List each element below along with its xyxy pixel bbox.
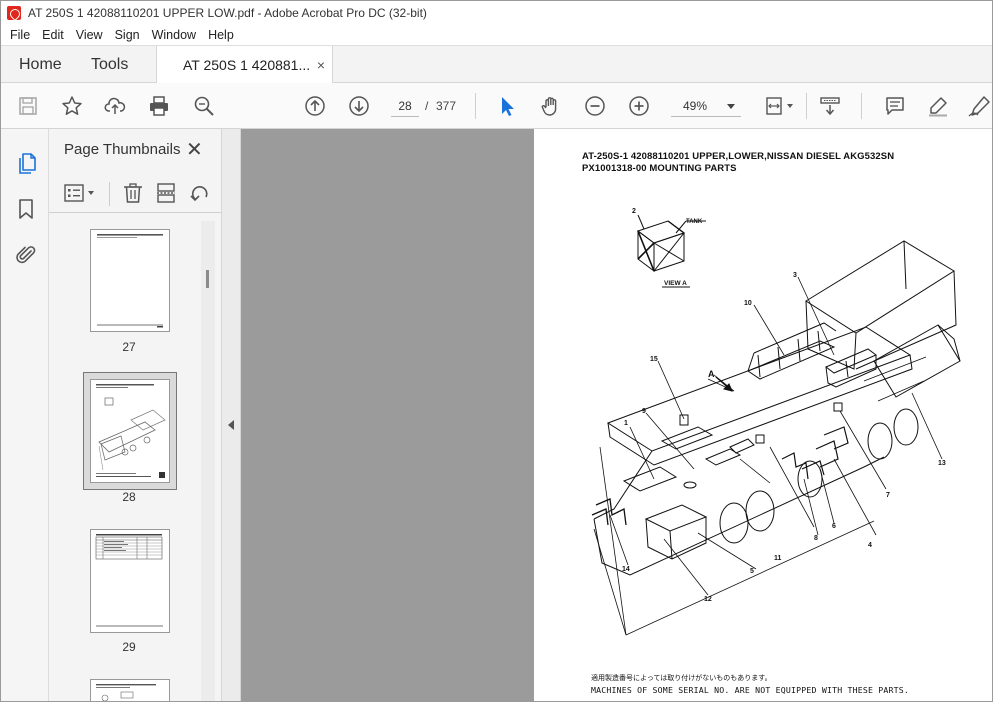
arrow-a-label: A	[708, 369, 715, 379]
attachments-paperclip-icon[interactable]	[14, 243, 38, 267]
thumbnail-page-number: 29	[122, 640, 136, 654]
share-upload-icon[interactable]	[103, 94, 127, 118]
page-fit-icon[interactable]	[763, 94, 797, 118]
callout-13: 13	[938, 460, 946, 467]
callout-10: 10	[744, 300, 752, 307]
callout-5: 5	[750, 568, 754, 575]
select-cursor-icon[interactable]	[495, 94, 519, 118]
parts-diagram: 2 TANK VIEW A 3 10 15 A 9 1 13 7 6 8 4 1…	[591, 208, 961, 636]
callout-15: 15	[650, 356, 658, 363]
extract-pages-icon[interactable]	[155, 182, 177, 204]
view-tank-label: TANK	[686, 219, 703, 225]
zoom-in-icon[interactable]	[627, 94, 651, 118]
next-page-icon[interactable]	[347, 94, 371, 118]
footnote-japanese: 適用製造番号によっては取り付けがないものもあります。	[591, 674, 772, 682]
thumbnail-page-number: 27	[122, 340, 136, 354]
callout-7: 7	[886, 492, 890, 499]
callout-11: 11	[774, 555, 782, 562]
close-tab-icon[interactable]: ×	[317, 57, 325, 73]
bookmark-star-icon[interactable]	[60, 94, 84, 118]
save-icon[interactable]	[16, 94, 40, 118]
chevron-down-icon	[727, 104, 735, 109]
thumbnail-page-number: 28	[122, 490, 136, 504]
callout-9: 9	[642, 408, 646, 415]
thumbnail-scrollbar[interactable]	[201, 221, 215, 701]
page-total: 377	[436, 99, 457, 113]
tab-document[interactable]: AT 250S 1 420881... ×	[156, 46, 333, 84]
callout-14: 14	[622, 566, 630, 573]
page-separator: /	[425, 99, 429, 113]
thumbnail-page-27[interactable]	[90, 229, 170, 332]
menu-sign[interactable]: Sign	[115, 28, 140, 42]
zoom-level-value: 49%	[683, 99, 708, 113]
thumbnail-page-28[interactable]	[90, 379, 170, 483]
thumbnail-27-content	[97, 234, 163, 328]
acrobat-window: AT 250S 1 42088110201 UPPER LOW.pdf - Ad…	[0, 0, 993, 702]
document-viewport[interactable]: AT-250S-1 42088110201 UPPER,LOWER,NISSAN…	[241, 129, 992, 701]
comment-icon[interactable]	[883, 94, 907, 118]
toolbar-divider	[475, 93, 476, 119]
menu-bar: File Edit View Sign Window Help	[1, 25, 992, 45]
rotate-page-icon[interactable]	[189, 182, 211, 204]
menu-help[interactable]: Help	[208, 28, 234, 42]
zoom-search-icon[interactable]	[192, 94, 216, 118]
toolbar-divider	[109, 182, 110, 206]
options-menu-icon[interactable]	[63, 182, 99, 204]
highlight-pen-icon[interactable]	[926, 94, 950, 118]
tab-home[interactable]: Home	[19, 46, 62, 84]
zoom-out-icon[interactable]	[583, 94, 607, 118]
main-toolbar: 28 / 377 49%	[1, 83, 992, 129]
scroll-mode-icon[interactable]	[818, 94, 842, 118]
callout-8: 8	[814, 535, 818, 542]
menu-view[interactable]: View	[76, 28, 103, 42]
thumbnail-page-30[interactable]	[90, 679, 170, 701]
page-thumbnails-panel: Page Thumbnails ✕ 27 28 29	[49, 129, 222, 701]
thumbnail-30-content	[96, 684, 156, 701]
scrollbar-thumb[interactable]	[206, 270, 209, 288]
acrobat-logo-icon	[7, 6, 21, 20]
toolbar-divider	[806, 93, 807, 119]
thumbnail-29-content	[95, 534, 163, 627]
menu-window[interactable]: Window	[152, 28, 196, 42]
zoom-level-select[interactable]: 49%	[671, 95, 741, 117]
print-icon[interactable]	[147, 94, 171, 118]
page-number-input[interactable]: 28	[391, 95, 419, 117]
bookmarks-icon[interactable]	[14, 197, 38, 221]
view-a-label: VIEW A	[664, 280, 687, 287]
callout-2: 2	[632, 208, 636, 215]
tab-tools[interactable]: Tools	[91, 46, 128, 84]
left-navigation-rail	[1, 129, 49, 701]
callout-6: 6	[832, 523, 836, 530]
thumbnail-page-29[interactable]	[90, 529, 170, 633]
pdf-page: AT-250S-1 42088110201 UPPER,LOWER,NISSAN…	[534, 129, 992, 701]
collapse-panel-icon[interactable]	[228, 420, 234, 430]
panel-splitter[interactable]	[222, 129, 241, 701]
draw-pen-icon[interactable]	[967, 94, 991, 118]
callout-12: 12	[704, 596, 712, 603]
page-thumbnails-icon[interactable]	[14, 151, 38, 175]
callout-1: 1	[624, 420, 628, 427]
thumbnail-28-content	[96, 384, 166, 478]
delete-page-icon[interactable]	[122, 182, 144, 204]
callout-3: 3	[793, 272, 797, 279]
close-panel-icon[interactable]: ✕	[186, 137, 203, 162]
footnote-english: MACHINES OF SOME SERIAL NO. ARE NOT EQUI…	[591, 685, 910, 695]
callout-4: 4	[868, 542, 872, 549]
title-bar: AT 250S 1 42088110201 UPPER LOW.pdf - Ad…	[1, 1, 992, 25]
thumbnail-toolbar	[49, 173, 221, 213]
tab-bar: Home Tools AT 250S 1 420881... ×	[1, 45, 992, 84]
panel-title: Page Thumbnails	[64, 141, 181, 158]
toolbar-divider	[861, 93, 862, 119]
menu-edit[interactable]: Edit	[42, 28, 64, 42]
tab-document-label: AT 250S 1 420881...	[183, 57, 311, 73]
previous-page-icon[interactable]	[303, 94, 327, 118]
hand-tool-icon[interactable]	[539, 94, 563, 118]
menu-file[interactable]: File	[10, 28, 30, 42]
window-title: AT 250S 1 42088110201 UPPER LOW.pdf - Ad…	[28, 6, 427, 20]
